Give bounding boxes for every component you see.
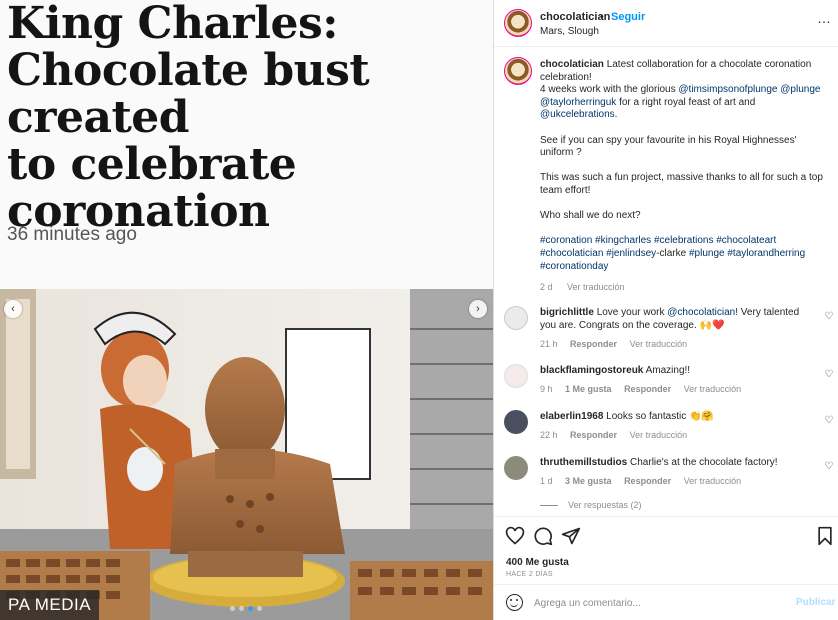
comment-icon[interactable] bbox=[533, 526, 553, 546]
comment-meta: 21 h Responder Ver traducción bbox=[540, 338, 810, 351]
caption-line2-mid: for a right royal feast of art and bbox=[619, 96, 756, 108]
photo-illustration bbox=[0, 289, 493, 620]
comment-likes[interactable]: 1 Me gusta bbox=[565, 384, 612, 394]
commenter-username[interactable]: thruthemillstudios bbox=[540, 457, 627, 468]
see-translation-link[interactable]: Ver traducción bbox=[630, 430, 688, 440]
comment-body: blackflamingostoreuk Amazing!! 9 h 1 Me … bbox=[540, 364, 810, 396]
carousel-indicator bbox=[230, 606, 262, 611]
chevron-right-icon: › bbox=[476, 303, 480, 315]
comment-time[interactable]: 1 d bbox=[540, 476, 553, 486]
mention-link[interactable]: @plunge bbox=[780, 84, 820, 95]
reply-button[interactable]: Responder bbox=[570, 339, 617, 349]
headline-line: King Charles: bbox=[7, 0, 338, 49]
see-translation-link[interactable]: Ver traducción bbox=[630, 339, 688, 349]
add-comment-bar: Publicar bbox=[494, 584, 838, 620]
comment-meta: 1 d 3 Me gusta Responder Ver traducción bbox=[540, 475, 810, 488]
caption-meta: 2 d Ver traducción bbox=[540, 281, 828, 294]
commenter-username[interactable]: blackflamingostoreuk bbox=[540, 365, 643, 376]
author-avatar[interactable] bbox=[504, 9, 532, 37]
see-translation-link[interactable]: Ver traducción bbox=[567, 282, 625, 292]
more-options-icon[interactable]: … bbox=[817, 10, 832, 26]
photo-credit: PA MEDIA bbox=[0, 590, 100, 620]
post-media: King Charles: Chocolate bust created to … bbox=[0, 0, 493, 620]
caption-line2-prefix: 4 weeks work with the glorious bbox=[540, 84, 679, 96]
emoji-icon[interactable] bbox=[506, 594, 523, 611]
hashtag-link[interactable]: #coronationday bbox=[540, 261, 608, 272]
post-comment-button[interactable]: Publicar bbox=[796, 597, 835, 608]
comment-meta: 22 h Responder Ver traducción bbox=[540, 429, 810, 442]
mention-link[interactable]: @ukcelebrations bbox=[540, 109, 615, 120]
article-headline: King Charles: Chocolate bust created to … bbox=[7, 0, 493, 235]
post-date[interactable]: HACE 2 DÍAS bbox=[506, 571, 553, 578]
carousel-dot bbox=[230, 606, 235, 611]
hashtag-link[interactable]: #coronation #kingcharles #celebrations #… bbox=[540, 235, 776, 246]
reply-button[interactable]: Responder bbox=[570, 430, 617, 440]
chocolate-bust-photo bbox=[0, 289, 493, 620]
post-sidebar: chocolatician • Seguir Mars, Slough … ch… bbox=[493, 0, 838, 620]
caption-paragraph: This was such a fun project, massive tha… bbox=[540, 172, 823, 196]
previous-image-button[interactable]: ‹ bbox=[4, 300, 22, 318]
caption-line2-end: . bbox=[614, 109, 618, 121]
comment-body: thruthemillstudios Charlie's at the choc… bbox=[540, 456, 810, 488]
like-comment-heart-icon[interactable]: ♡ bbox=[824, 416, 834, 426]
like-comment-heart-icon[interactable]: ♡ bbox=[824, 370, 834, 380]
post-header: chocolatician • Seguir Mars, Slough … bbox=[494, 0, 838, 47]
comment-body: elaberlin1968 Looks so fantastic 👏🤗 22 h… bbox=[540, 410, 810, 442]
mention-link[interactable]: @timsimpsonofplunge bbox=[678, 84, 777, 95]
hashtag-text: -clarke bbox=[656, 247, 689, 259]
bookmark-icon[interactable] bbox=[815, 526, 835, 546]
view-replies-button[interactable]: Ver respuestas (2) bbox=[540, 500, 642, 510]
separator-dot: • bbox=[600, 11, 604, 23]
headline-line: Chocolate bust created bbox=[7, 45, 370, 143]
comment-text: Looks so fantastic 👏🤗 bbox=[606, 411, 714, 422]
post-location[interactable]: Mars, Slough bbox=[540, 26, 599, 37]
commenter-avatar[interactable] bbox=[504, 364, 528, 388]
caption-paragraph: Who shall we do next? bbox=[540, 210, 641, 222]
comment-time[interactable]: 9 h bbox=[540, 384, 553, 394]
follow-button[interactable]: Seguir bbox=[611, 11, 645, 23]
commenter-avatar[interactable] bbox=[504, 456, 528, 480]
comment-text: Amazing!! bbox=[645, 365, 691, 376]
carousel-dot bbox=[239, 606, 244, 611]
comment-text: Love your work bbox=[596, 307, 668, 318]
next-image-button[interactable]: › bbox=[469, 300, 487, 318]
comment-time[interactable]: 22 h bbox=[540, 430, 558, 440]
like-comment-heart-icon[interactable]: ♡ bbox=[824, 462, 834, 472]
share-icon[interactable] bbox=[561, 526, 581, 546]
comment-likes[interactable]: 3 Me gusta bbox=[565, 476, 612, 486]
comment-input[interactable] bbox=[534, 595, 774, 611]
commenter-username[interactable]: bigrichlittle bbox=[540, 307, 594, 318]
comments-section: chocolatician Latest collaboration for a… bbox=[494, 48, 838, 518]
caption-avatar[interactable] bbox=[504, 57, 532, 85]
hashtag-link[interactable]: #plunge #taylorandherring bbox=[689, 248, 805, 259]
heart-icon[interactable] bbox=[505, 526, 525, 546]
article-timestamp: 36 minutes ago bbox=[7, 224, 137, 245]
mention-link[interactable]: @chocolatician bbox=[667, 307, 735, 318]
see-translation-link[interactable]: Ver traducción bbox=[684, 384, 742, 394]
carousel-dot-active bbox=[248, 606, 253, 611]
caption-hashtags: #coronation #kingcharles #celebrations #… bbox=[540, 235, 828, 273]
commenter-username[interactable]: elaberlin1968 bbox=[540, 411, 603, 422]
caption-username[interactable]: chocolatician bbox=[540, 59, 604, 70]
caption-time[interactable]: 2 d bbox=[540, 282, 553, 292]
reply-button[interactable]: Responder bbox=[624, 384, 671, 394]
commenter-avatar[interactable] bbox=[504, 306, 528, 330]
reply-button[interactable]: Responder bbox=[624, 476, 671, 486]
like-comment-heart-icon[interactable]: ♡ bbox=[824, 312, 834, 322]
chevron-left-icon: ‹ bbox=[11, 303, 15, 315]
comment-text: Charlie's at the chocolate factory! bbox=[630, 457, 778, 468]
see-translation-link[interactable]: Ver traducción bbox=[684, 476, 742, 486]
caption-text: chocolatician Latest collaboration for a… bbox=[540, 59, 828, 294]
carousel-dot bbox=[257, 606, 262, 611]
mention-link[interactable]: @taylorherringuk bbox=[540, 97, 616, 108]
hashtag-link[interactable]: #chocolatician #jenlindsey bbox=[540, 248, 656, 259]
caption-paragraph: See if you can spy your favourite in his… bbox=[540, 134, 797, 159]
comment-meta: 9 h 1 Me gusta Responder Ver traducción bbox=[540, 383, 810, 396]
likes-count[interactable]: 400 Me gusta bbox=[506, 557, 569, 568]
comment-body: bigrichlittle Love your work @chocolatic… bbox=[540, 306, 810, 351]
comment-time[interactable]: 21 h bbox=[540, 339, 558, 349]
headline-line: to celebrate bbox=[7, 139, 297, 190]
commenter-avatar[interactable] bbox=[504, 410, 528, 434]
